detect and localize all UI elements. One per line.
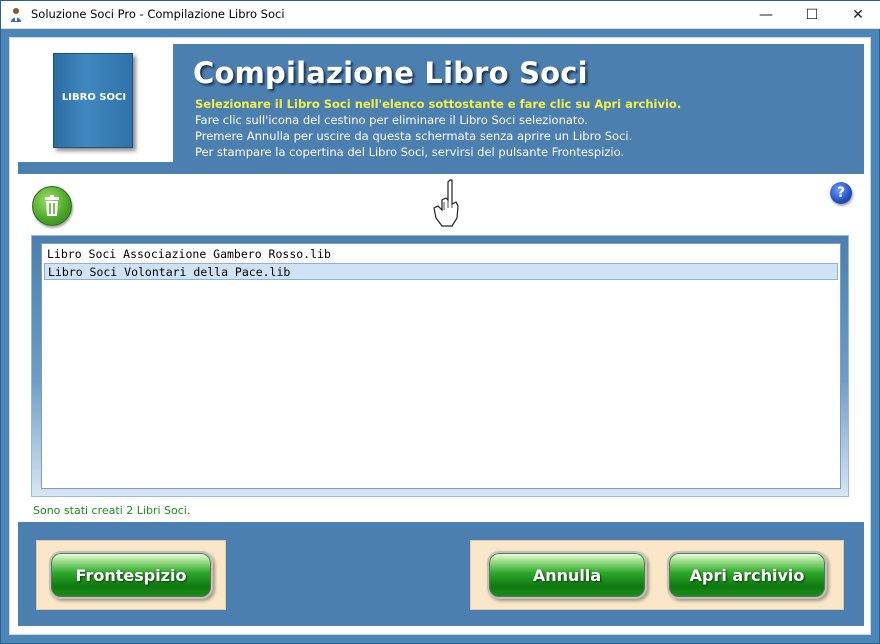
header-band: LIBRO SOCI Compilazione Libro Soci Selez… <box>18 44 864 174</box>
instruction-highlight: Selezionare il Libro Soci nell'elenco so… <box>195 97 682 111</box>
page-title: Compilazione Libro Soci <box>193 56 588 90</box>
left-button-frame: Frontespizio <box>36 540 226 610</box>
app-window: Soluzione Soci Pro - Compilazione Libro … <box>0 0 880 644</box>
client-area: LIBRO SOCI Compilazione Libro Soci Selez… <box>9 37 871 635</box>
footer-band: Frontespizio Annulla Apri archivio <box>18 522 864 626</box>
frontespizio-button[interactable]: Frontespizio <box>49 551 213 599</box>
instruction-line: Fare clic sull'icona del cestino per eli… <box>195 113 588 127</box>
instruction-line: Per stampare la copertina del Libro Soci… <box>195 145 625 159</box>
logo-box: LIBRO SOCI <box>18 44 173 162</box>
list-panel: Libro Soci Associazione Gambero Rosso.li… <box>31 235 849 497</box>
trash-icon <box>45 195 59 216</box>
right-button-frame: Annulla Apri archivio <box>470 540 844 610</box>
title-bar[interactable]: Soluzione Soci Pro - Compilazione Libro … <box>1 1 880 29</box>
maximize-button[interactable]: ☐ <box>789 1 835 29</box>
window-title: Soluzione Soci Pro - Compilazione Libro … <box>31 7 285 21</box>
delete-button[interactable] <box>32 186 72 226</box>
list-item[interactable]: Libro Soci Associazione Gambero Rosso.li… <box>44 246 838 263</box>
libro-soci-list[interactable]: Libro Soci Associazione Gambero Rosso.li… <box>41 243 841 489</box>
list-item-selected[interactable]: Libro Soci Volontari della Pace.lib <box>44 263 838 280</box>
annulla-button[interactable]: Annulla <box>487 551 647 599</box>
apri-archivio-button[interactable]: Apri archivio <box>667 551 827 599</box>
hand-pointer-icon <box>433 179 459 227</box>
app-person-icon <box>11 8 21 22</box>
instruction-line: Premere Annulla per uscire da questa sch… <box>195 129 633 143</box>
libro-soci-book-icon: LIBRO SOCI <box>53 53 133 148</box>
status-text: Sono stati creati 2 Libri Soci. <box>33 504 191 517</box>
minimize-button[interactable]: — <box>743 1 789 29</box>
help-button[interactable]: ? <box>830 182 852 204</box>
close-button[interactable]: ✕ <box>835 1 880 29</box>
book-label: LIBRO SOCI <box>61 92 127 103</box>
